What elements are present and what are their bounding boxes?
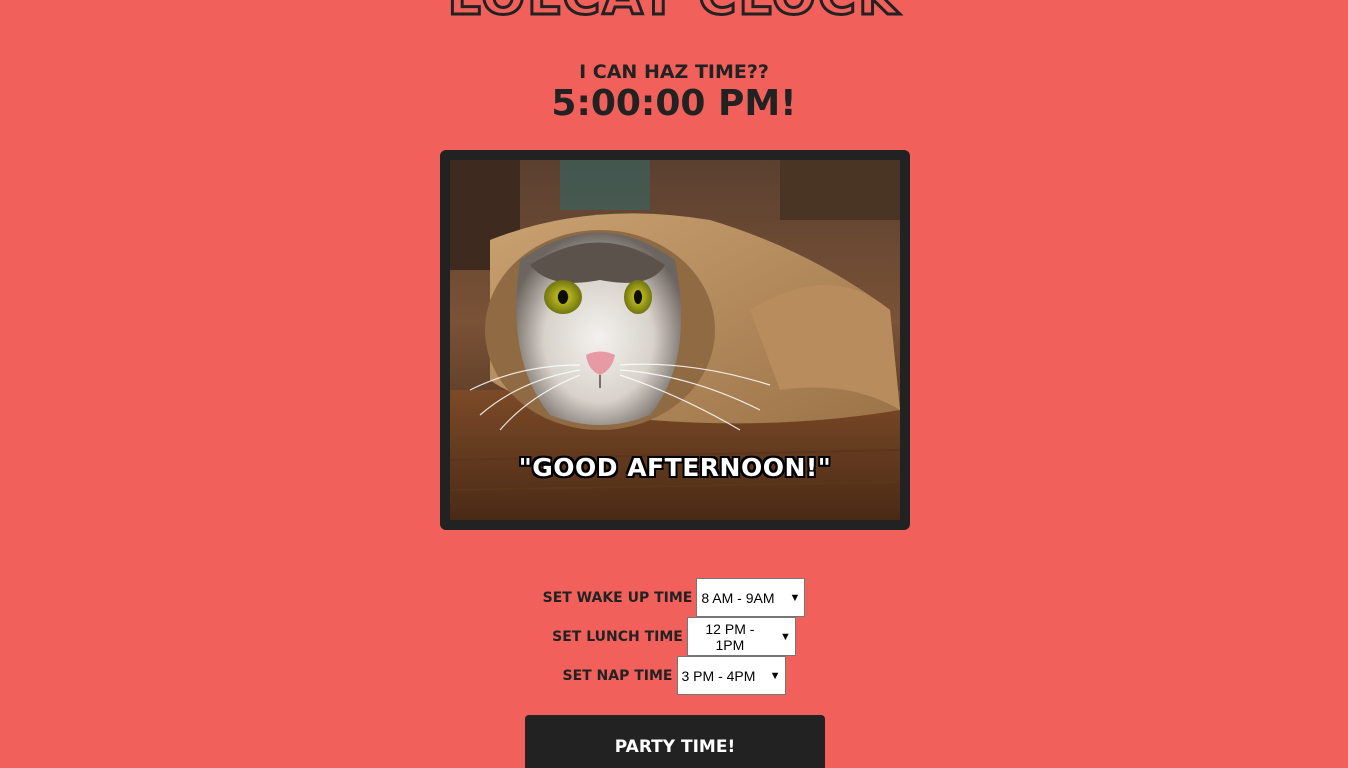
lunch-time-row: SET LUNCH TIME 12 PM - 1PM ▼ xyxy=(0,617,1348,656)
lunch-time-select[interactable]: 12 PM - 1PM ▼ xyxy=(686,617,796,656)
lunch-time-value: 12 PM - 1PM xyxy=(705,620,755,653)
chevron-down-icon: ▼ xyxy=(789,591,801,604)
wake-time-value: 8 AM - 9AM xyxy=(701,589,775,606)
wake-time-row: SET WAKE UP TIME 8 AM - 9AM ▼ xyxy=(0,578,1348,617)
nap-time-label: SET NAP TIME xyxy=(562,667,673,684)
clock-display: 5:00:00 PM! xyxy=(551,83,797,124)
party-time-button[interactable]: PARTY TIME! xyxy=(525,715,825,768)
time-settings: SET WAKE UP TIME 8 AM - 9AM ▼ SET LUNCH … xyxy=(0,578,1348,695)
chevron-down-icon: ▼ xyxy=(769,669,781,682)
lolcat-image: "GOOD AFTERNOON!" xyxy=(440,150,910,530)
page: LOLCAT CLOCK I CAN HAZ TIME?? 5:00:00 PM… xyxy=(0,0,1348,768)
nap-time-row: SET NAP TIME 3 PM - 4PM ▼ xyxy=(0,656,1348,695)
image-caption: "GOOD AFTERNOON!" xyxy=(518,453,832,482)
wake-time-select[interactable]: 8 AM - 9AM ▼ xyxy=(696,578,806,617)
chevron-down-icon: ▼ xyxy=(779,630,791,643)
subtitle: I CAN HAZ TIME?? xyxy=(579,61,769,83)
wake-time-label: SET WAKE UP TIME xyxy=(542,589,693,606)
app-title: LOLCAT CLOCK xyxy=(0,0,1348,29)
lunch-time-label: SET LUNCH TIME xyxy=(552,628,683,645)
nap-time-select[interactable]: 3 PM - 4PM ▼ xyxy=(676,656,786,695)
nap-time-value: 3 PM - 4PM xyxy=(681,667,756,684)
